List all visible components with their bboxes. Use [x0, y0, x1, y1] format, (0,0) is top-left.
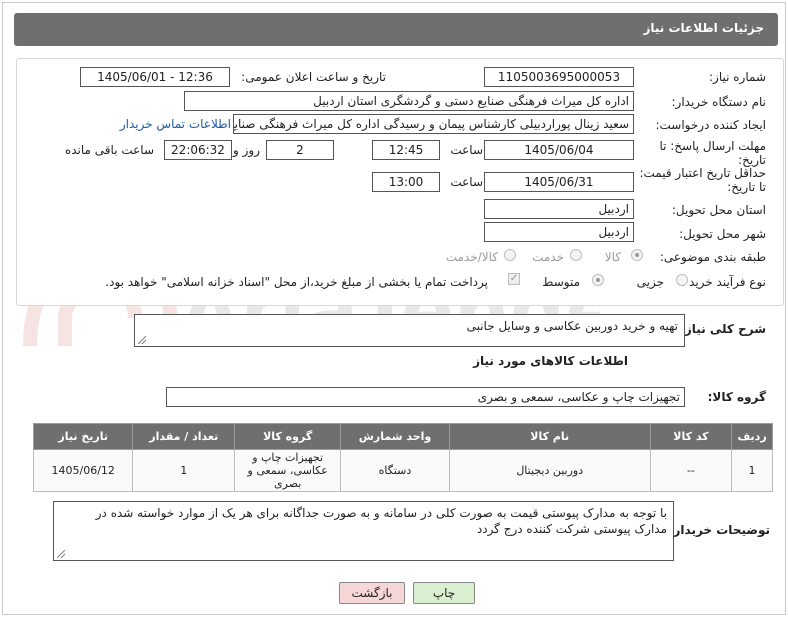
buyer-notes-text: با توجه به مدارک پیوستی قیمت به صورت کلی…: [95, 506, 667, 536]
process-option-minor: جزیی: [636, 275, 664, 289]
goods-section-title: اطلاعات کالاهای مورد نیاز: [473, 354, 628, 368]
cell-item-name: دوربین دیجیتال: [448, 449, 651, 492]
buyer-org-field[interactable]: اداره کل میراث فرهنگی صنایع دستی و گردشگ…: [184, 91, 634, 111]
table-header-row: ردیف کد کالا نام کالا واحد شمارش گروه کا…: [32, 423, 773, 450]
buyer-notes-textarea[interactable]: با توجه به مدارک پیوستی قیمت به صورت کلی…: [53, 501, 674, 561]
category-radio-goods[interactable]: [631, 249, 643, 261]
province-label: استان محل تحویل:: [671, 203, 766, 217]
payment-note: پرداخت تمام یا بخشی از مبلغ خرید،از محل …: [105, 275, 488, 289]
resize-grip-icon[interactable]: [57, 550, 65, 558]
cell-unit: دستگاه: [340, 449, 450, 492]
buyer-org-label: نام دستگاه خریدار:: [671, 95, 767, 109]
goods-group-field[interactable]: تجهیزات چاپ و عکاسی، سمعی و بصری: [166, 387, 685, 407]
summary-text: تهیه و خرید دوربین عکاسی و وسایل جانبی: [466, 319, 678, 333]
buyer-notes-label: توضیحات خریدار:: [668, 523, 770, 537]
goods-table: ردیف کد کالا نام کالا واحد شمارش گروه کا…: [32, 423, 773, 492]
category-radio-goods-service[interactable]: [504, 249, 516, 261]
category-option-service: خدمت: [532, 250, 564, 264]
remaining-label: ساعت باقی مانده: [64, 143, 154, 157]
goods-group-label: گروه کالا:: [707, 390, 766, 404]
reply-time-label: ساعت: [450, 143, 483, 157]
need-number-field[interactable]: 1105003695000053: [484, 67, 634, 87]
print-button[interactable]: چاپ: [413, 582, 475, 604]
cell-quantity: 1: [132, 449, 236, 492]
process-radio-medium[interactable]: [592, 274, 604, 286]
category-option-goods-service: کالا/خدمت: [445, 250, 498, 264]
price-validity-label: حداقل تاریخ اعتبار قیمت: تا تاریخ:: [639, 166, 766, 194]
reply-time-field[interactable]: 12:45: [372, 140, 440, 160]
price-date-field[interactable]: 1405/06/31: [484, 172, 634, 192]
category-radio-service[interactable]: [570, 249, 582, 261]
back-button[interactable]: بازگشت: [339, 582, 405, 604]
header-bar: جزئیات اطلاعات نیاز: [14, 13, 778, 46]
summary-textarea[interactable]: تهیه و خرید دوربین عکاسی و وسایل جانبی: [134, 314, 685, 347]
process-radio-minor[interactable]: [676, 274, 688, 286]
category-label: طبقه بندی موضوعی:: [659, 250, 766, 264]
price-time-label: ساعت: [450, 175, 483, 189]
days-field[interactable]: 2: [266, 140, 334, 160]
creator-field[interactable]: سعید زینال پوراردبیلی کارشناس پیمان و رس…: [233, 114, 634, 134]
reply-date-field[interactable]: 1405/06/04: [484, 140, 634, 160]
cell-row-number: 1: [731, 449, 773, 492]
days-label: روز و: [233, 143, 260, 157]
col-item-name: نام کالا: [448, 423, 651, 450]
col-need-date: تاریخ نیاز: [32, 423, 134, 450]
col-quantity: تعداد / مقدار: [132, 423, 236, 450]
need-number-label: شماره نیاز:: [709, 70, 766, 84]
city-label: شهر محل تحویل:: [679, 227, 766, 241]
reply-deadline-label: مهلت ارسال پاسخ: تا تاریخ:: [659, 139, 766, 167]
col-item-code: کد کالا: [649, 423, 733, 450]
announce-label: تاریخ و ساعت اعلان عمومی:: [241, 70, 386, 84]
city-field[interactable]: اردبیل: [484, 222, 634, 242]
treasury-checkbox[interactable]: ✓: [508, 273, 520, 285]
table-row[interactable]: 1 -- دوربین دیجیتال دستگاه تجهیزات چاپ و…: [32, 449, 773, 492]
col-unit: واحد شمارش: [340, 423, 450, 450]
contact-buyer-link[interactable]: اطلاعات تماس خریدار: [120, 117, 231, 131]
announce-field[interactable]: 1405/06/01 - 12:36: [80, 67, 230, 87]
creator-label: ایجاد کننده درخواست:: [655, 118, 766, 132]
cell-need-date: 1405/06/12: [32, 449, 134, 492]
col-item-group: گروه کالا: [234, 423, 342, 450]
process-option-medium: متوسط: [542, 275, 580, 289]
cell-item-group: تجهیزات چاپ و عکاسی، سمعی و بصری: [234, 449, 342, 492]
remaining-time-field[interactable]: 22:06:32: [164, 140, 232, 160]
cell-item-code: --: [649, 449, 733, 492]
col-row-number: ردیف: [731, 423, 773, 450]
page-title: جزئیات اطلاعات نیاز: [643, 21, 764, 35]
summary-label: شرح کلی نیاز:: [680, 322, 766, 336]
resize-grip-icon[interactable]: [138, 336, 146, 344]
process-label: نوع فرآیند خرید :: [681, 275, 766, 289]
category-option-goods: کالا: [604, 250, 621, 264]
price-time-field[interactable]: 13:00: [372, 172, 440, 192]
province-field[interactable]: اردبیل: [484, 199, 634, 219]
